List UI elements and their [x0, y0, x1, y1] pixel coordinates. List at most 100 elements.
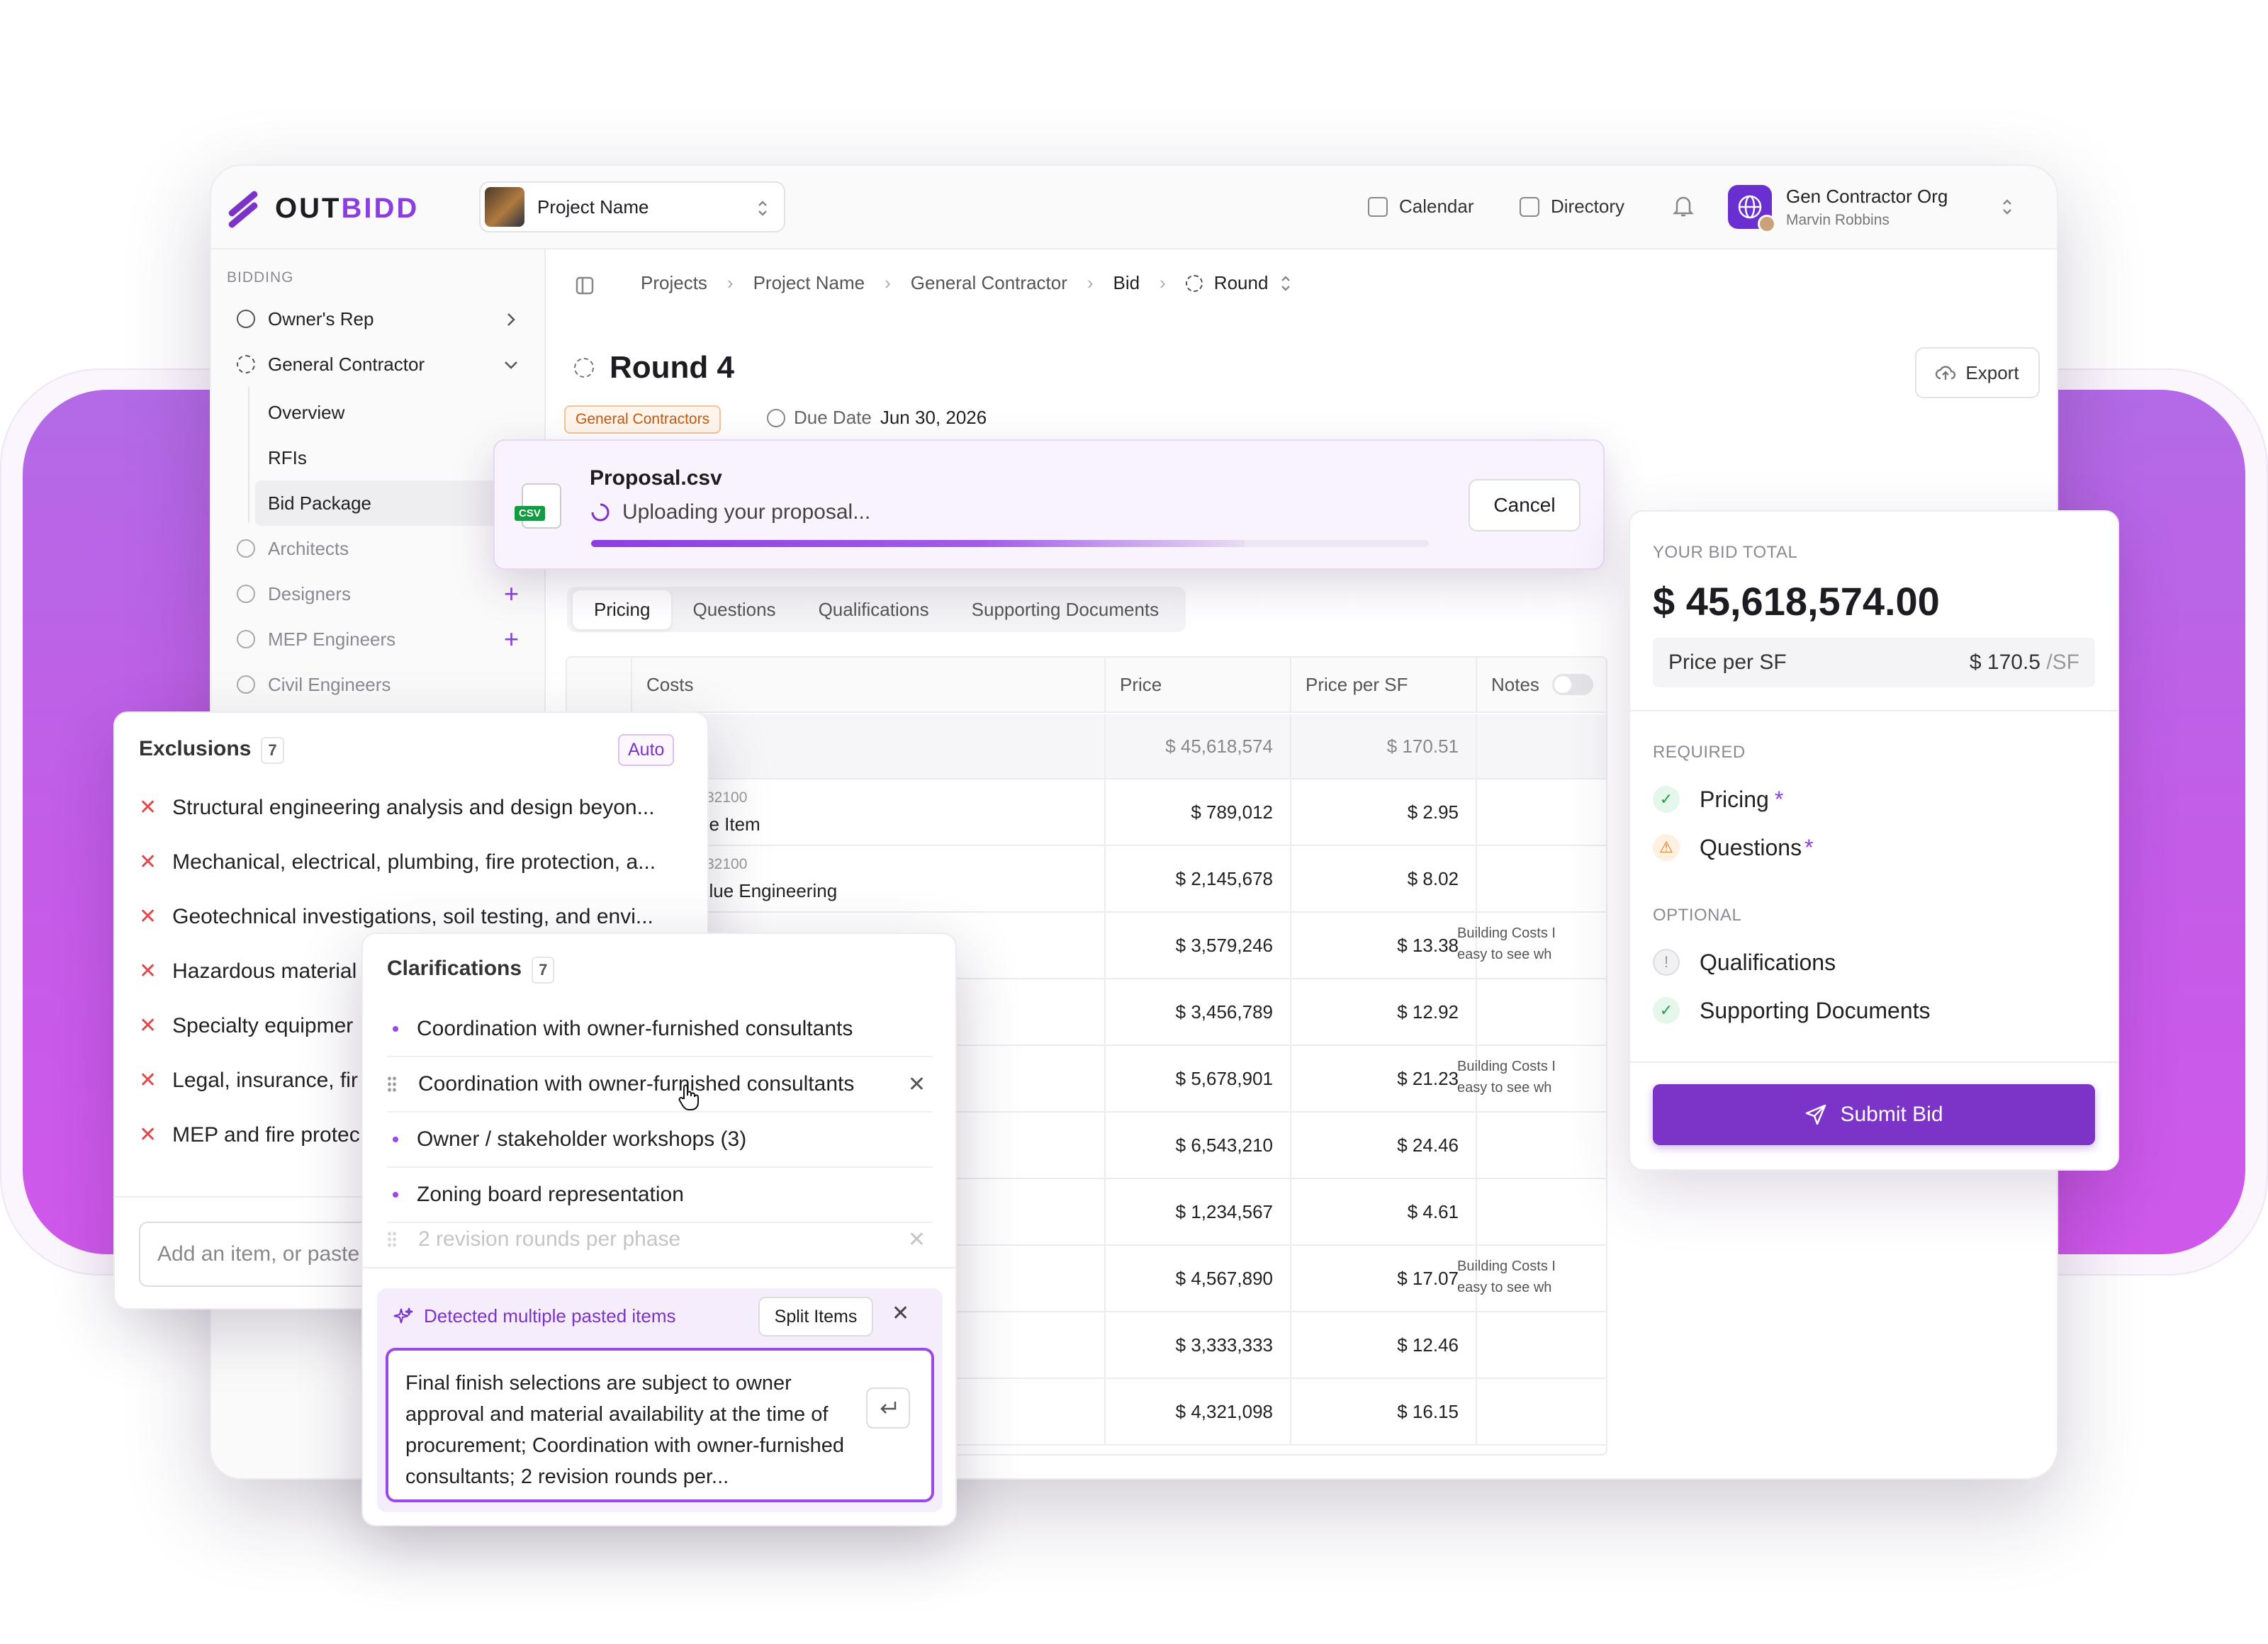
- project-select-label: Project Name: [537, 196, 649, 218]
- drag-handle-icon[interactable]: [387, 1076, 397, 1093]
- submit-bid-button[interactable]: Submit Bid: [1653, 1084, 2095, 1145]
- chevron-up-down-icon[interactable]: [1281, 274, 1291, 293]
- divider: [1630, 1062, 2118, 1063]
- bell-icon[interactable]: [1673, 194, 1694, 218]
- x-icon[interactable]: ✕: [139, 795, 157, 820]
- sidebar-item-overview[interactable]: Overview: [211, 390, 509, 435]
- list-item[interactable]: Zoning board representation: [387, 1168, 933, 1223]
- check-icon: ✓: [1653, 997, 1680, 1024]
- split-items-button[interactable]: Split Items: [758, 1297, 873, 1336]
- close-icon[interactable]: ✕: [908, 1072, 926, 1097]
- psf-cell: $ 8.02: [1291, 846, 1477, 911]
- exclusion-item[interactable]: ✕ Structural engineering analysis and des…: [139, 795, 655, 820]
- exclusion-item[interactable]: ✕ MEP and fire protec: [139, 1122, 360, 1147]
- sidebar-item-civil-engineers[interactable]: Civil Engineers: [211, 662, 546, 707]
- auto-button[interactable]: Auto: [618, 734, 675, 766]
- x-icon[interactable]: ✕: [139, 904, 157, 929]
- chevron-up-down-icon: [758, 201, 767, 216]
- project-select[interactable]: Project Name: [479, 181, 785, 232]
- required-item-pricing[interactable]: ✓ Pricing *: [1653, 775, 1783, 823]
- tab-questions[interactable]: Questions: [671, 590, 797, 629]
- tab-supporting-documents[interactable]: Supporting Documents: [950, 590, 1180, 629]
- bid-total-label: YOUR BID TOTAL: [1653, 543, 1798, 562]
- add-circle-icon: [237, 630, 255, 648]
- list-item[interactable]: Owner / stakeholder workshops (3): [387, 1113, 933, 1168]
- user-name: Marvin Robbins: [1786, 211, 1890, 228]
- price-cell: $ 4,567,890: [1106, 1246, 1291, 1311]
- sidebar-item-designers[interactable]: Designers +: [211, 571, 546, 616]
- org-switcher[interactable]: Gen Contractor Org Marvin Robbins: [1728, 181, 2026, 233]
- sidebar-item-general-contractor[interactable]: General Contractor: [211, 342, 546, 387]
- optional-item-qualifications[interactable]: ! Qualifications: [1653, 938, 1836, 986]
- check-icon: ✓: [1653, 786, 1680, 813]
- x-icon[interactable]: ✕: [139, 850, 157, 874]
- sidebar-item-owners-rep[interactable]: Owner's Rep: [211, 296, 546, 342]
- sidebar-toggle-icon[interactable]: [576, 276, 594, 295]
- bid-total: $ 45,618,574.00: [1653, 579, 1940, 624]
- notes-toggle[interactable]: [1551, 674, 1593, 695]
- optional-item-supporting-documents[interactable]: ✓ Supporting Documents: [1653, 986, 1931, 1035]
- exclusion-item[interactable]: ✕ Hazardous material: [139, 959, 357, 984]
- list-item-hovered[interactable]: Coordination with owner-furnished consul…: [387, 1057, 933, 1113]
- breadcrumb-bid[interactable]: Bid: [1113, 272, 1140, 294]
- breadcrumb-projects[interactable]: Projects: [641, 272, 707, 294]
- total-price: $ 45,618,574: [1106, 714, 1291, 778]
- psf-cell: $ 13.38: [1291, 913, 1477, 978]
- project-thumbnail: [485, 187, 524, 227]
- paste-textarea[interactable]: Final finish selections are subject to o…: [386, 1348, 934, 1502]
- x-icon[interactable]: ✕: [139, 1122, 157, 1147]
- note-cell: Building Costs Ieasy to see wh: [1457, 925, 1556, 962]
- breadcrumb-round[interactable]: Round: [1214, 272, 1269, 294]
- directory-link[interactable]: Directory: [1520, 196, 1624, 218]
- price-cell: $ 1,234,567: [1106, 1179, 1291, 1244]
- export-button[interactable]: Export: [1915, 347, 2040, 398]
- sidebar-item-mep-engineers[interactable]: MEP Engineers +: [211, 616, 546, 662]
- calendar-link[interactable]: Calendar: [1368, 196, 1474, 218]
- sidebar-section-title: BIDDING: [227, 269, 294, 286]
- drag-handle-icon[interactable]: [387, 1231, 397, 1248]
- table-row[interactable]: $ 789,012 $ 2.95 32100 ne Item: [567, 779, 1606, 846]
- upload-status: Uploading your proposal...: [590, 500, 870, 524]
- breadcrumb-project-name[interactable]: Project Name: [753, 272, 865, 294]
- price-cell: $ 6,543,210: [1106, 1113, 1291, 1178]
- sidebar-item-rfis[interactable]: RFIs: [211, 435, 509, 480]
- x-icon[interactable]: ✕: [139, 1013, 157, 1038]
- table-header-price-sf: Price per SF: [1291, 658, 1477, 713]
- tab-pricing[interactable]: Pricing: [573, 590, 672, 629]
- required-label: REQUIRED: [1653, 743, 1746, 762]
- send-icon: [1806, 1104, 1826, 1125]
- close-icon[interactable]: ✕: [892, 1301, 909, 1326]
- add-icon[interactable]: +: [504, 626, 519, 652]
- page-title: Round 4: [574, 350, 734, 385]
- table-row[interactable]: $ 2,145,678 $ 8.02 32100 alue Engineering: [567, 846, 1606, 913]
- exclusion-item[interactable]: ✕ Geotechnical investigations, soil testi…: [139, 904, 653, 929]
- chevron-right-icon: ›: [1160, 272, 1166, 293]
- list-item-faded[interactable]: 2 revision rounds per phase ✕: [387, 1223, 933, 1256]
- list-item[interactable]: Coordination with owner-furnished consul…: [387, 1002, 933, 1057]
- sidebar-item-bid-package[interactable]: Bid Package: [255, 480, 510, 526]
- upload-toast: CSV Proposal.csv Uploading your proposal…: [493, 439, 1605, 570]
- avatar: [1758, 215, 1776, 233]
- x-icon[interactable]: ✕: [139, 1068, 157, 1093]
- info-icon: !: [1653, 949, 1680, 976]
- price-cell: $ 2,145,678: [1106, 846, 1291, 911]
- enter-button[interactable]: [866, 1387, 910, 1429]
- exclusion-item[interactable]: ✕ Legal, insurance, fir: [139, 1068, 358, 1093]
- add-icon[interactable]: +: [504, 581, 519, 607]
- clarifications-title: Clarifications 7: [387, 957, 555, 984]
- exclusion-item[interactable]: ✕ Mechanical, electrical, plumbing, fire …: [139, 850, 656, 874]
- price-cell: $ 5,678,901: [1106, 1046, 1291, 1111]
- table-header-costs: Costs: [632, 658, 1106, 713]
- exclusion-item[interactable]: ✕ Specialty equipmer: [139, 1013, 353, 1038]
- required-item-questions[interactable]: ⚠ Questions *: [1653, 823, 1814, 872]
- x-icon[interactable]: ✕: [139, 959, 157, 984]
- paste-detection-panel: Detected multiple pasted items Split Ite…: [377, 1288, 943, 1512]
- chevron-up-down-icon: [2003, 199, 2011, 215]
- logo[interactable]: OUTBIDD: [227, 189, 419, 229]
- bid-summary-card: YOUR BID TOTAL $ 45,618,574.00 Price per…: [1629, 510, 2119, 1171]
- chevron-right-icon: ›: [726, 272, 734, 293]
- close-icon[interactable]: ✕: [908, 1227, 926, 1252]
- tab-qualifications[interactable]: Qualifications: [797, 590, 950, 629]
- breadcrumb-general-contractor[interactable]: General Contractor: [911, 272, 1067, 294]
- cancel-button[interactable]: Cancel: [1469, 479, 1581, 531]
